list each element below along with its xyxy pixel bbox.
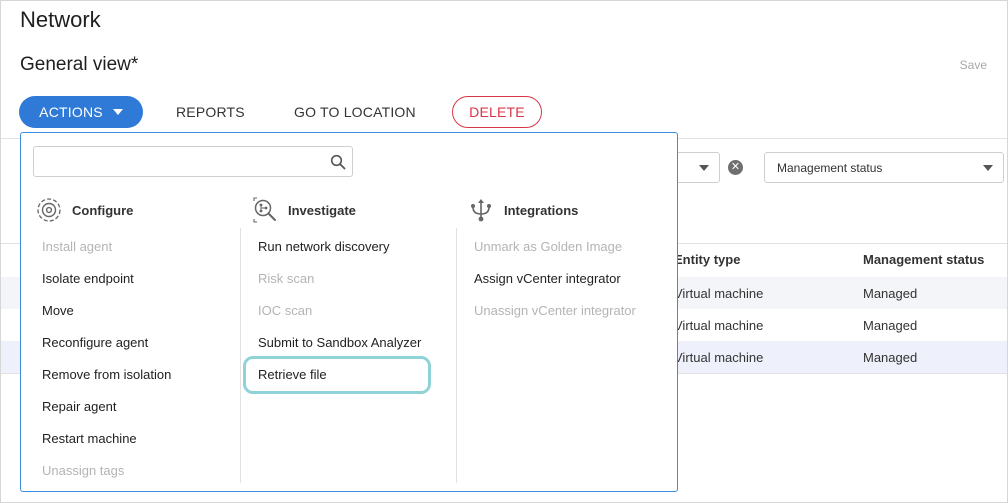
gear-icon xyxy=(37,198,61,222)
menu-item-retrieve-file[interactable]: Retrieve file xyxy=(243,356,431,394)
search-icon[interactable] xyxy=(330,154,346,170)
menu-items-list: Unmark as Golden Image Assign vCenter in… xyxy=(474,231,674,327)
menu-item-unassign-tags: Unassign tags xyxy=(42,463,125,478)
cell-management-status: Managed xyxy=(863,350,918,365)
actions-button[interactable]: ACTIONS xyxy=(19,96,143,128)
menu-search-input[interactable] xyxy=(42,147,322,176)
menu-column-divider xyxy=(240,228,241,483)
reports-button[interactable]: REPORTS xyxy=(176,104,245,120)
cell-management-status: Managed xyxy=(863,286,918,301)
cell-management-status: Managed xyxy=(863,318,918,333)
delete-button[interactable]: DELETE xyxy=(452,96,542,128)
menu-column-investigate: Investigate Run network discovery Risk s… xyxy=(243,193,431,394)
menu-item-isolate-endpoint[interactable]: Isolate endpoint xyxy=(42,263,242,295)
go-to-location-button[interactable]: GO TO LOCATION xyxy=(294,104,416,120)
actions-menu: Configure Install agent Isolate endpoint… xyxy=(20,132,678,492)
caret-down-icon xyxy=(699,165,709,171)
caret-down-icon xyxy=(983,165,993,171)
investigate-magnifier-icon xyxy=(253,197,276,223)
menu-item-assign-vcenter-integrator[interactable]: Assign vCenter integrator xyxy=(474,263,674,295)
menu-item-run-network-discovery[interactable]: Run network discovery xyxy=(258,231,458,263)
menu-column-header: Configure xyxy=(36,193,133,227)
menu-column-divider xyxy=(456,228,457,483)
menu-items-list: Install agent Isolate endpoint Move Reco… xyxy=(42,231,242,487)
cell-entity-type: Virtual machine xyxy=(674,350,764,365)
menu-column-integrations: Integrations Unmark as Golden Image Assi… xyxy=(468,193,636,318)
column-header-entity-type[interactable]: Entity type xyxy=(674,252,740,267)
management-status-filter-label: Management status xyxy=(777,160,883,175)
menu-item-reconfigure-agent[interactable]: Reconfigure agent xyxy=(42,327,242,359)
view-title: General view* xyxy=(20,54,139,75)
menu-item-restart-machine[interactable]: Restart machine xyxy=(42,423,242,455)
menu-item-install-agent: Install agent xyxy=(42,239,113,254)
menu-item-unassign-vcenter-integrator: Unassign vCenter integrator xyxy=(474,303,636,318)
menu-item-move[interactable]: Move xyxy=(42,295,242,327)
cell-entity-type: Virtual machine xyxy=(674,286,764,301)
menu-item-submit-to-sandbox-analyzer[interactable]: Submit to Sandbox Analyzer xyxy=(258,327,458,359)
caret-down-icon xyxy=(112,109,123,115)
menu-column-header: Integrations xyxy=(468,193,578,227)
menu-item-risk-scan: Risk scan xyxy=(258,271,315,286)
app-frame: Network General view* Save ACTIONS REPOR… xyxy=(0,0,1008,503)
menu-column-title: Investigate xyxy=(288,202,356,218)
column-header-management-status[interactable]: Management status xyxy=(863,252,984,267)
menu-column-header: Investigate xyxy=(252,193,356,227)
clear-filter-icon[interactable]: ✕ xyxy=(728,160,743,175)
page-title: Network xyxy=(20,7,101,32)
actions-button-label: ACTIONS xyxy=(39,104,103,120)
menu-item-remove-from-isolation[interactable]: Remove from isolation xyxy=(42,359,242,391)
cell-entity-type: Virtual machine xyxy=(674,318,764,333)
menu-column-title: Configure xyxy=(72,202,134,218)
menu-item-unmark-as-golden-image: Unmark as Golden Image xyxy=(474,239,623,254)
menu-item-ioc-scan: IOC scan xyxy=(258,303,313,318)
menu-column-configure: Configure Install agent Isolate endpoint… xyxy=(36,193,171,478)
menu-column-title: Integrations xyxy=(504,202,579,218)
management-status-filter[interactable]: Management status xyxy=(764,152,1004,183)
menu-item-repair-agent[interactable]: Repair agent xyxy=(42,391,242,423)
menu-items-list: Run network discovery Risk scan IOC scan… xyxy=(243,231,458,394)
menu-search-field[interactable] xyxy=(33,146,353,177)
integrations-branch-icon xyxy=(471,199,491,222)
save-button[interactable]: Save xyxy=(960,58,987,72)
